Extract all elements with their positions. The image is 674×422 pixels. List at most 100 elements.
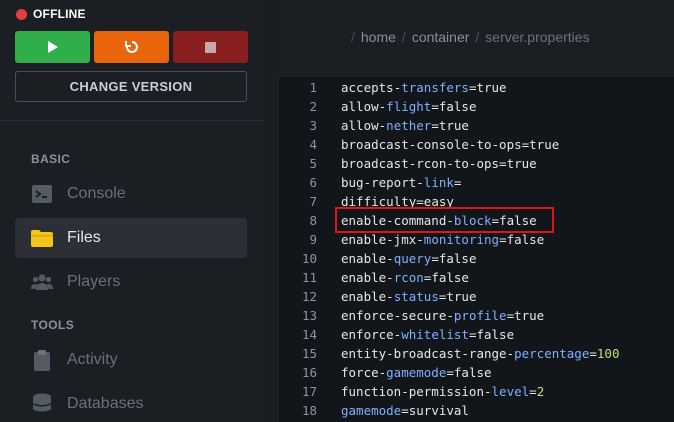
property-value: false <box>438 99 477 114</box>
line-text: allow-flight=false <box>341 99 477 114</box>
property-value: true <box>438 118 469 133</box>
power-controls <box>15 31 248 63</box>
equals-sign: = <box>453 175 462 190</box>
line-number: 14 <box>301 327 317 342</box>
equals-sign: = <box>401 403 409 418</box>
key-segment: force- <box>341 365 387 380</box>
line-number: 5 <box>309 156 317 171</box>
line-text: enable-query=false <box>341 251 477 266</box>
property-value: 100 <box>596 346 620 361</box>
equals-sign: = <box>499 156 507 171</box>
users-icon <box>31 271 53 293</box>
key-segment: bug-report- <box>341 175 424 190</box>
property-value: true <box>506 156 537 171</box>
breadcrumb-item-container[interactable]: container <box>412 29 470 45</box>
sidebar-item-databases[interactable]: Databases <box>15 384 247 422</box>
line-number: 12 <box>301 289 317 304</box>
key-segment: enable- <box>341 251 394 266</box>
line-number: 18 <box>301 403 317 418</box>
sidebar-item-console[interactable]: Console <box>15 174 247 214</box>
line-text: enable-jmx-monitoring=false <box>341 232 544 247</box>
breadcrumb-separator: / <box>475 29 480 45</box>
change-version-button[interactable]: CHANGE VERSION <box>15 71 247 102</box>
key-segment: enforce-secure- <box>341 308 454 323</box>
property-value: survival <box>408 403 469 418</box>
property-value: false <box>476 327 515 342</box>
key-highlight-segment: flight <box>386 99 432 114</box>
sidebar-item-activity[interactable]: Activity <box>15 340 247 380</box>
line-number: 10 <box>301 251 317 266</box>
code-line[interactable]: 18 gamemode=survival <box>279 401 469 420</box>
code-line[interactable]: 4 broadcast-console-to-ops=true <box>279 135 559 154</box>
sidebar-divider <box>0 120 264 121</box>
line-number: 15 <box>301 346 317 361</box>
breadcrumb-item-home[interactable]: home <box>361 29 396 45</box>
key-highlight-segment: whitelist <box>401 327 469 342</box>
key-segment: broadcast-rcon-to-ops <box>341 156 500 171</box>
equals-sign: = <box>589 346 597 361</box>
code-line[interactable]: 10 enable-query=false <box>279 249 477 268</box>
key-segment: entity-broadcast-range- <box>341 346 515 361</box>
property-value: false <box>506 232 545 247</box>
highlight-annotation <box>335 207 554 233</box>
key-highlight-segment: percentage <box>514 346 590 361</box>
breadcrumb: / home / container / server.properties <box>351 29 590 45</box>
code-line[interactable]: 15 entity-broadcast-range-percentage=100 <box>279 344 620 363</box>
line-number: 3 <box>309 118 317 133</box>
code-line[interactable]: 6 bug-report-link= <box>279 173 461 192</box>
equals-sign: = <box>431 99 439 114</box>
line-text: enforce-whitelist=false <box>341 327 514 342</box>
key-highlight-segment: query <box>393 251 432 266</box>
editor-header: / home / container / server.properties <box>279 0 674 77</box>
sidebar-item-label: Players <box>67 273 121 290</box>
code-line[interactable]: 12 enable-status=true <box>279 287 477 306</box>
key-highlight-segment: gamemode <box>341 403 402 418</box>
sidebar-item-players[interactable]: Players <box>15 262 247 302</box>
key-segment: enable- <box>341 270 394 285</box>
start-button[interactable] <box>15 31 90 63</box>
code-line[interactable]: 13 enforce-secure-profile=true <box>279 306 544 325</box>
property-value: true <box>446 289 477 304</box>
line-text: enable-rcon=false <box>341 270 469 285</box>
sidebar: OFFLINE CHANGE VERSION BASIC Console Fil… <box>0 0 264 422</box>
code-line[interactable]: 17 function-permission-level=2 <box>279 382 544 401</box>
line-text: force-gamemode=false <box>341 365 492 380</box>
key-highlight-segment: link <box>423 175 454 190</box>
key-highlight-segment: level <box>491 384 530 399</box>
stop-button[interactable] <box>173 31 248 63</box>
code-line[interactable]: 14 enforce-whitelist=false <box>279 325 514 344</box>
key-highlight-segment: transfers <box>401 80 469 95</box>
line-number: 1 <box>309 80 317 95</box>
restart-icon <box>124 41 138 53</box>
property-value: 2 <box>536 384 545 399</box>
database-icon <box>31 393 53 415</box>
stop-icon <box>205 41 216 53</box>
key-highlight-segment: profile <box>453 308 507 323</box>
sidebar-item-files[interactable]: Files <box>15 218 247 258</box>
code-line[interactable]: 5 broadcast-rcon-to-ops=true <box>279 154 537 173</box>
key-segment: broadcast-console-to-ops <box>341 137 522 152</box>
status-text: OFFLINE <box>33 7 86 21</box>
key-segment: enable- <box>341 289 394 304</box>
key-highlight-segment: monitoring <box>423 232 500 247</box>
equals-sign: = <box>446 365 454 380</box>
code-line[interactable]: 16 force-gamemode=false <box>279 363 492 382</box>
line-number: 16 <box>301 365 317 380</box>
section-title-basic: BASIC <box>31 152 71 166</box>
code-line[interactable]: 1 accepts-transfers=true <box>279 78 507 97</box>
key-segment: enforce- <box>341 327 402 342</box>
line-text: function-permission-level=2 <box>341 384 544 399</box>
line-number: 9 <box>309 232 317 247</box>
code-line[interactable]: 11 enable-rcon=false <box>279 268 469 287</box>
key-segment: accepts <box>341 80 394 95</box>
line-text: enable-status=true <box>341 289 476 304</box>
code-line[interactable]: 3 allow-nether=true <box>279 116 469 135</box>
line-text: accepts-transfers=true <box>341 80 507 95</box>
restart-button[interactable] <box>94 31 169 63</box>
play-icon <box>47 41 58 53</box>
breadcrumb-separator: / <box>351 29 355 45</box>
line-number: 2 <box>309 99 317 114</box>
key-highlight-segment: gamemode <box>386 365 447 380</box>
code-line[interactable]: 2 allow-flight=false <box>279 97 477 116</box>
clipboard-icon <box>31 349 53 371</box>
